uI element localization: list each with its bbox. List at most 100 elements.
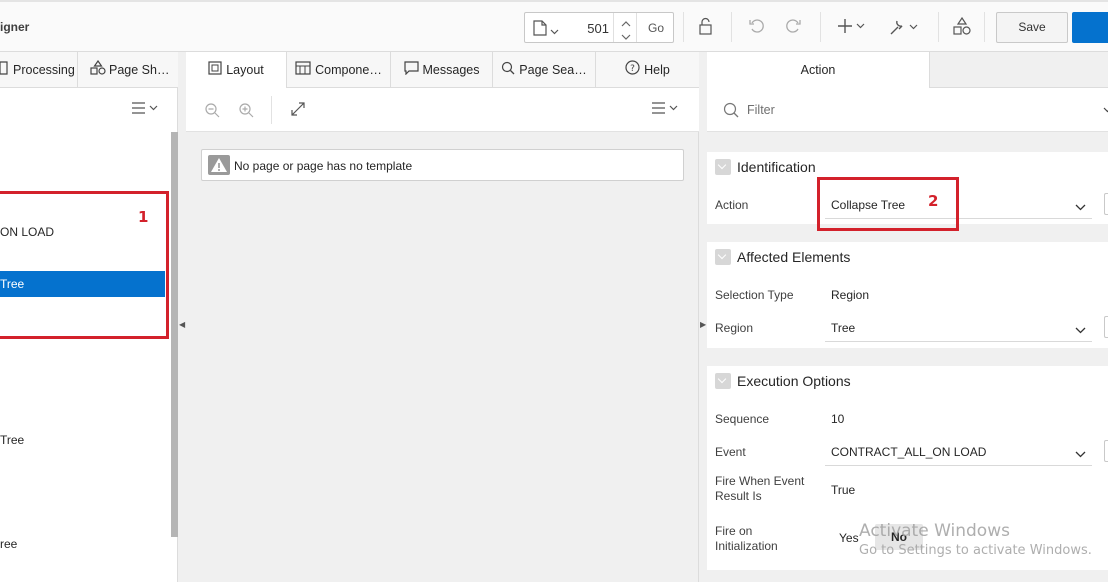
region-picker-button[interactable] [1104,316,1108,338]
event-select[interactable]: CONTRACT_ALL_ON LOAD [825,438,1092,466]
left-splitter[interactable]: ◀ [178,52,186,582]
property-selection-type: Selection Type Region [707,280,1108,308]
tree-menu-icon[interactable] [132,102,160,117]
property-region: Region Tree [707,312,1108,342]
property-label: Action [715,198,749,212]
chevron-up-icon[interactable] [621,16,631,30]
property-event: Event CONTRACT_ALL_ON LOAD [707,436,1108,466]
collapse-left-icon[interactable]: ◀ [179,320,185,329]
warning-icon [208,155,230,175]
annotation-number-1: 1 [138,208,149,226]
group-header[interactable]: Execution Options [707,366,1108,396]
center-tab-bar: Layout Compone… Messages Page Sea… ? Help [186,52,699,89]
search-icon [501,53,515,89]
region-select[interactable]: Tree [825,314,1092,342]
fire-when-value[interactable]: True [831,483,855,497]
right-splitter[interactable]: ▶ [699,52,707,582]
page-icon[interactable] [533,20,547,39]
toolbar-divider [683,12,684,42]
collapse-toggle-icon[interactable] [715,373,731,389]
property-label: Region [715,321,754,335]
page-selector: 501 Go [524,12,674,43]
activate-windows-watermark: Activate Windows Go to Settings to activ… [859,521,1092,558]
property-editor: Action Identification Action Collapse Tr… [707,52,1108,582]
zoom-out-icon[interactable] [204,102,220,121]
yes-option[interactable]: Yes [839,531,859,545]
message-text: No page or page has no template [234,159,413,173]
left-tab-bar: Processing Page Sh… [0,52,178,88]
page-number-stepper[interactable] [613,13,637,42]
property-fire-when-event-result: Fire When Event Result Is True [707,472,1108,512]
tab-component-view[interactable]: Compone… [287,52,391,88]
toolbar-divider [938,12,939,42]
selection-type-value[interactable]: Region [831,288,869,302]
shared-components-icon[interactable] [953,16,971,38]
chevron-down-icon[interactable] [1075,323,1086,337]
group-title: Affected Elements [737,249,851,265]
save-button[interactable]: Save [996,12,1068,43]
page-number-input[interactable]: 501 [569,21,609,36]
top-toolbar: igner 501 Go Save [0,0,1108,52]
tree-node[interactable]: Tree [0,433,24,447]
collapse-toggle-icon[interactable] [715,249,731,265]
search-icon [723,102,739,121]
property-label: Fire When Event Result Is [715,474,805,503]
tab-page-shared-components[interactable]: Page Sh… [90,52,178,88]
no-template-message: No page or page has no template [201,149,684,181]
sequence-value[interactable]: 10 [831,412,844,426]
toolbar-divider [271,96,272,124]
center-pane: Layout Compone… Messages Page Sea… ? Help [186,52,699,582]
collapse-toggle-icon[interactable] [715,159,731,175]
tab-processing[interactable]: Processing [0,52,78,88]
property-label: Event [715,445,746,459]
group-header[interactable]: Affected Elements [707,242,1108,272]
property-label: Sequence [715,412,770,426]
chevron-down-icon[interactable] [550,24,559,38]
select-value: CONTRACT_ALL_ON LOAD [831,445,987,459]
group-affected-elements: Affected Elements Selection Type Region … [707,242,1108,348]
chevron-down-icon[interactable] [1075,200,1086,214]
tab-page-search[interactable]: Page Sea… [493,52,596,88]
toolbar-divider [731,12,732,42]
help-icon: ? [625,53,640,89]
zoom-in-icon[interactable] [238,102,254,121]
app-title: igner [0,20,30,34]
layout-icon [208,53,222,89]
top-edge [0,0,1108,2]
filter-input[interactable] [747,100,1047,120]
event-picker-button[interactable] [1104,440,1108,462]
chevron-down-icon[interactable] [1103,104,1108,116]
run-button[interactable] [1072,12,1108,43]
property-label: Selection Type [715,288,794,302]
tab-messages[interactable]: Messages [391,52,493,88]
undo-icon[interactable] [748,18,766,37]
chevron-down-icon[interactable] [621,30,631,44]
property-sequence: Sequence 10 [707,404,1108,432]
processing-icon [0,53,10,89]
layout-menu-icon[interactable] [652,102,680,117]
go-button[interactable]: Go [639,21,673,35]
lock-icon[interactable] [697,17,713,38]
property-label: Fire on Initialization [715,524,778,553]
tab-help[interactable]: ? Help [596,52,699,88]
group-title: Execution Options [737,373,851,389]
chevron-down-icon[interactable] [1075,447,1086,461]
utilities-wrench-icon[interactable] [888,18,920,39]
action-picker-button[interactable] [1104,193,1108,215]
left-pane: Processing Page Sh… ON LOAD Tree Tree re… [0,52,178,582]
svg-text:?: ? [630,64,635,74]
create-plus-icon[interactable] [838,18,866,37]
tab-layout[interactable]: Layout [186,52,287,89]
redo-icon[interactable] [784,18,802,37]
messages-icon [403,53,419,89]
group-title: Identification [737,159,816,175]
layout-toolbar [186,88,699,132]
tab-action[interactable]: Action [707,52,930,89]
tree-node[interactable]: ree [0,537,17,551]
collapse-right-icon[interactable]: ▶ [700,320,706,329]
tree-scrollbar[interactable] [171,132,178,537]
toolbar-divider [984,12,985,42]
filter-bar [707,88,1108,132]
shared-components-icon [90,53,106,89]
expand-icon[interactable] [290,101,306,120]
